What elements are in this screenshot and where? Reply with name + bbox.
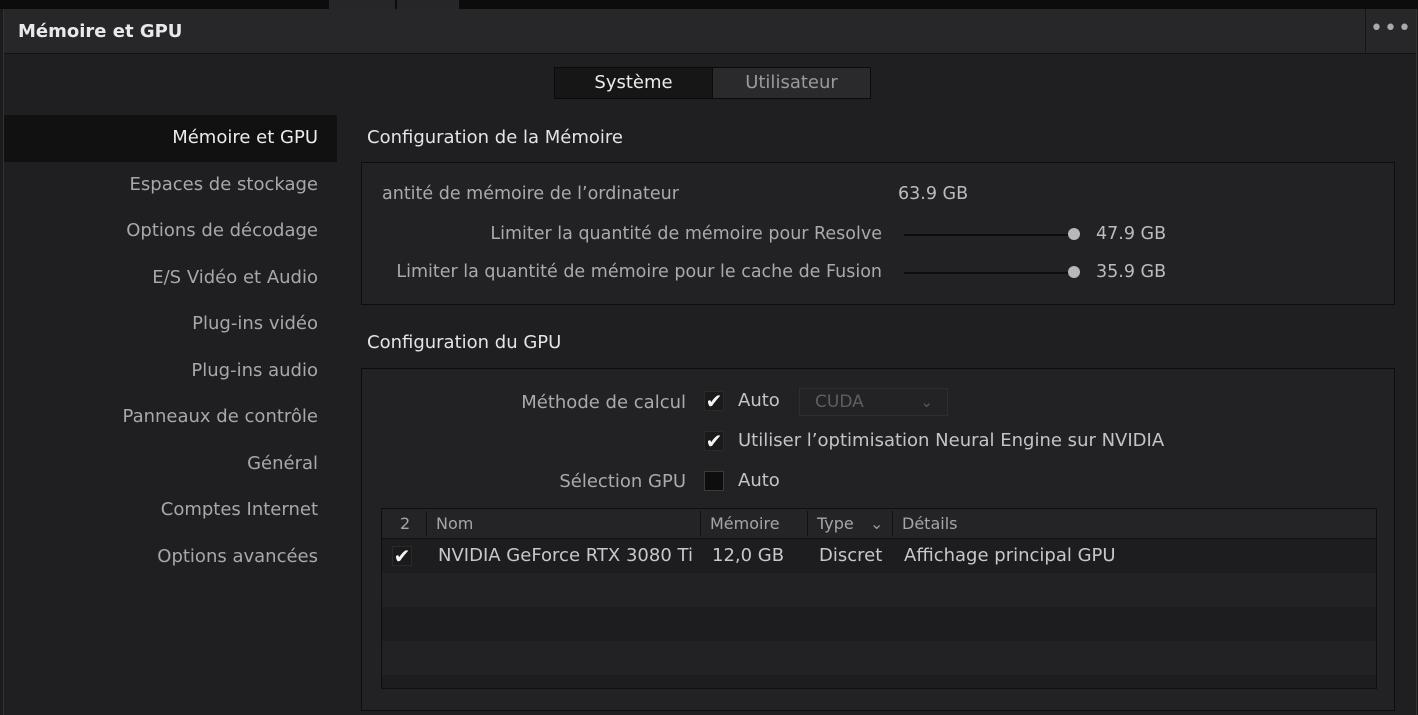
column-divider[interactable] bbox=[700, 511, 701, 536]
column-divider[interactable] bbox=[426, 511, 427, 536]
table-row-empty bbox=[382, 607, 1376, 641]
checkmark-icon: ✔ bbox=[393, 544, 411, 568]
sidebar-item-control-panels[interactable]: Panneaux de contrôle bbox=[4, 394, 337, 441]
top-strip bbox=[0, 0, 1418, 9]
fusion-cache-slider[interactable] bbox=[904, 272, 1074, 274]
gpu-count-header: 2 bbox=[400, 514, 411, 533]
gpu-details: Affichage principal GPU bbox=[904, 545, 1116, 566]
table-row-empty bbox=[382, 573, 1376, 607]
resolve-memory-label: Limiter la quantité de mémoire pour Reso… bbox=[490, 224, 882, 244]
checkmark-icon: ✔ bbox=[705, 389, 723, 413]
chevron-down-icon[interactable]: ⌄ bbox=[870, 509, 883, 538]
memory-panel: antité de mémoire de l’ordinateur 63.9 G… bbox=[361, 162, 1395, 305]
sidebar-item-video-plugins[interactable]: Plug-ins vidéo bbox=[4, 301, 337, 348]
resolve-memory-slider-thumb[interactable] bbox=[1068, 228, 1080, 240]
title-bar: Mémoire et GPU ••• bbox=[4, 9, 1416, 54]
sidebar-item-decode-options[interactable]: Options de décodage bbox=[4, 208, 337, 255]
scope-toggle: Système Utilisateur bbox=[554, 67, 871, 99]
computer-memory-label: antité de mémoire de l’ordinateur bbox=[382, 184, 679, 204]
compute-method-label: Méthode de calcul bbox=[521, 392, 686, 413]
tab-user[interactable]: Utilisateur bbox=[713, 68, 870, 98]
type-column-header[interactable]: Type bbox=[817, 509, 854, 538]
gpu-type: Discret bbox=[819, 545, 883, 566]
fusion-cache-value: 35.9 GB bbox=[1096, 262, 1167, 282]
table-row[interactable]: ✔ NVIDIA GeForce RTX 3080 Ti 12,0 GB Dis… bbox=[382, 539, 1376, 573]
name-column-header[interactable]: Nom bbox=[436, 509, 473, 538]
gpu-table-header: 2 Nom Mémoire Type ⌄ Détails bbox=[382, 509, 1376, 539]
gpu-table: 2 Nom Mémoire Type ⌄ Détails ✔ NVIDIA Ge… bbox=[381, 508, 1377, 689]
sidebar-item-internet-accounts[interactable]: Comptes Internet bbox=[4, 487, 337, 534]
gpu-section-title: Configuration du GPU bbox=[367, 332, 562, 353]
more-dots-icon[interactable]: ••• bbox=[1365, 9, 1416, 53]
compute-method-auto-label: Auto bbox=[738, 390, 780, 411]
gpu-name: NVIDIA GeForce RTX 3080 Ti bbox=[438, 545, 693, 566]
column-divider[interactable] bbox=[807, 511, 808, 536]
memory-section-title: Configuration de la Mémoire bbox=[367, 127, 623, 148]
gpu-row-checkbox[interactable]: ✔ bbox=[392, 546, 412, 566]
column-divider[interactable] bbox=[892, 511, 893, 536]
computer-memory-value: 63.9 GB bbox=[898, 184, 969, 204]
gpu-selection-label: Sélection GPU bbox=[559, 471, 686, 492]
compute-method-auto-checkbox[interactable]: ✔ bbox=[704, 391, 724, 411]
sidebar-item-advanced[interactable]: Options avancées bbox=[4, 534, 337, 581]
preferences-window: Mémoire et GPU ••• Système Utilisateur M… bbox=[3, 9, 1417, 715]
gpu-memory: 12,0 GB bbox=[712, 545, 785, 566]
compute-method-value: CUDA bbox=[815, 392, 864, 412]
memory-column-header[interactable]: Mémoire bbox=[710, 509, 780, 538]
fusion-cache-slider-thumb[interactable] bbox=[1068, 266, 1080, 278]
resolve-memory-value: 47.9 GB bbox=[1096, 224, 1167, 244]
fusion-cache-label: Limiter la quantité de mémoire pour le c… bbox=[396, 262, 882, 282]
top-tab[interactable] bbox=[397, 0, 459, 9]
sidebar-item-memory-gpu[interactable]: Mémoire et GPU bbox=[4, 115, 337, 162]
gpu-selection-auto-label: Auto bbox=[738, 470, 780, 491]
tab-system[interactable]: Système bbox=[555, 68, 713, 98]
top-tab[interactable] bbox=[329, 0, 395, 9]
compute-method-select[interactable]: CUDA ⌄ bbox=[799, 388, 948, 416]
neural-engine-checkbox[interactable]: ✔ bbox=[704, 431, 724, 451]
sidebar-item-general[interactable]: Général bbox=[4, 441, 337, 488]
table-row-empty bbox=[382, 641, 1376, 675]
sidebar-item-storage[interactable]: Espaces de stockage bbox=[4, 162, 337, 209]
sidebar: Mémoire et GPU Espaces de stockage Optio… bbox=[4, 115, 337, 580]
checkmark-icon: ✔ bbox=[705, 429, 723, 453]
resolve-memory-slider[interactable] bbox=[904, 234, 1074, 236]
gpu-selection-auto-checkbox[interactable] bbox=[704, 471, 724, 491]
sidebar-item-video-audio-io[interactable]: E/S Vidéo et Audio bbox=[4, 255, 337, 302]
window-title: Mémoire et GPU bbox=[18, 21, 183, 42]
neural-engine-label: Utiliser l’optimisation Neural Engine su… bbox=[738, 430, 1165, 451]
chevron-down-icon: ⌄ bbox=[920, 393, 933, 411]
sidebar-item-audio-plugins[interactable]: Plug-ins audio bbox=[4, 348, 337, 395]
details-column-header[interactable]: Détails bbox=[902, 509, 957, 538]
